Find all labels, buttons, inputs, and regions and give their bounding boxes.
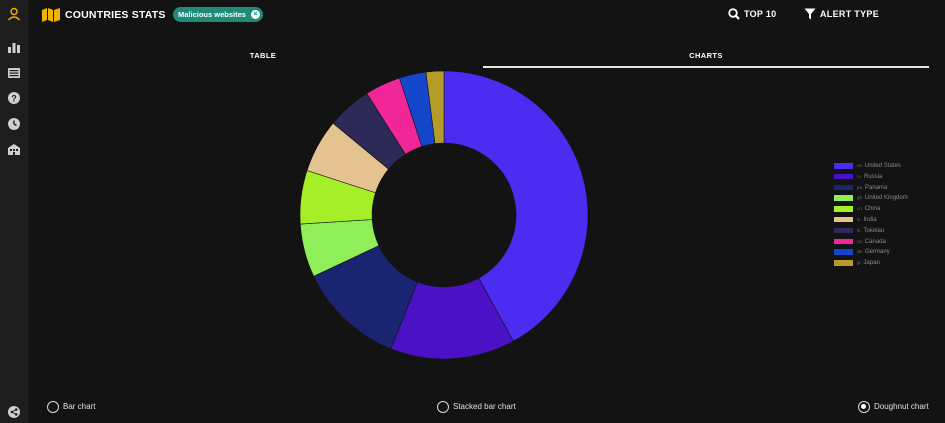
legend-country-code: in bbox=[857, 216, 861, 222]
legend-country-name: Japan bbox=[863, 260, 880, 267]
legend-swatch bbox=[834, 216, 853, 223]
sidebar: ? bbox=[0, 0, 28, 423]
legend-item-ru[interactable]: ru Russia bbox=[834, 172, 934, 183]
radio-button[interactable] bbox=[858, 401, 870, 413]
legend-swatch bbox=[834, 249, 853, 255]
legend-swatch bbox=[834, 206, 853, 212]
legend-item-pa[interactable]: pa Panama bbox=[834, 183, 934, 194]
legend-label: cn China bbox=[857, 204, 880, 214]
share-icon[interactable] bbox=[7, 405, 21, 419]
radio-label: Doughnut chart bbox=[874, 402, 929, 411]
legend-label: jp Japan bbox=[857, 258, 880, 268]
legend-country-name: United States bbox=[864, 163, 901, 169]
filter-icon bbox=[804, 8, 816, 20]
chart-legend: us United States ru Russia pa Panama gb United … bbox=[834, 161, 934, 269]
svg-text:?: ? bbox=[11, 94, 17, 104]
legend-item-in[interactable]: in India bbox=[834, 215, 934, 226]
legend-label: ca Canada bbox=[857, 237, 886, 247]
legend-swatch bbox=[834, 227, 853, 234]
help-icon[interactable]: ? bbox=[7, 91, 21, 105]
top-bar: COUNTRIES STATS Malicious websites × TOP… bbox=[28, 0, 945, 30]
legend-country-code: ru bbox=[857, 173, 862, 179]
legend-label: tk Tokelau bbox=[857, 226, 884, 236]
legend-country-name: China bbox=[864, 206, 881, 213]
legend-country-code: gb bbox=[857, 195, 863, 201]
legend-country-code: cn bbox=[857, 206, 862, 212]
radio-button[interactable] bbox=[437, 401, 449, 413]
doughnut-chart bbox=[299, 70, 589, 360]
legend-item-tk[interactable]: tk Tokelau bbox=[834, 226, 934, 237]
legend-swatch bbox=[834, 260, 853, 266]
close-icon[interactable]: × bbox=[250, 10, 260, 19]
radio-button[interactable] bbox=[47, 401, 59, 413]
legend-country-code: tk bbox=[857, 227, 861, 233]
radio-doughnut-chart[interactable]: Doughnut chart bbox=[858, 400, 938, 414]
legend-country-name: United Kingdom bbox=[865, 195, 908, 202]
legend-item-us[interactable]: us United States bbox=[834, 161, 934, 172]
legend-swatch bbox=[834, 238, 853, 245]
legend-item-de[interactable]: de Germany bbox=[834, 247, 934, 258]
legend-country-name: Germany bbox=[865, 249, 890, 256]
radio-stacked-bar-chart[interactable]: Stacked bar chart bbox=[437, 400, 547, 414]
legend-item-ca[interactable]: ca Canada bbox=[834, 237, 934, 248]
legend-label: in India bbox=[857, 215, 877, 225]
filter-chip[interactable]: Malicious websites × bbox=[173, 7, 263, 22]
radio-label: Stacked bar chart bbox=[453, 402, 516, 411]
top10-label: TOP 10 bbox=[744, 9, 777, 19]
legend-swatch bbox=[834, 173, 853, 180]
map-icon bbox=[42, 8, 60, 22]
legend-swatch bbox=[834, 195, 853, 201]
tab-table[interactable]: TABLE bbox=[40, 48, 486, 68]
alert-type-label: ALERT TYPE bbox=[820, 9, 880, 19]
legend-swatch bbox=[834, 163, 853, 169]
legend-country-name: Canada bbox=[864, 238, 886, 245]
legend-country-code: us bbox=[857, 163, 862, 168]
radio-label: Bar chart bbox=[63, 402, 96, 411]
legend-country-name: Panama bbox=[865, 184, 888, 191]
legend-label: pa Panama bbox=[857, 183, 887, 193]
alert-type-button[interactable]: ALERT TYPE bbox=[804, 7, 894, 21]
list-icon[interactable] bbox=[7, 66, 21, 80]
tab-charts[interactable]: CHARTS bbox=[483, 48, 929, 68]
bar-chart-icon[interactable] bbox=[7, 40, 21, 54]
legend-country-name: Tokelau bbox=[863, 227, 885, 234]
filter-chip-label: Malicious websites bbox=[178, 10, 246, 19]
legend-item-gb[interactable]: gb United Kingdom bbox=[834, 193, 934, 204]
top10-button[interactable]: TOP 10 bbox=[728, 7, 788, 21]
building-icon[interactable] bbox=[7, 142, 21, 156]
legend-item-cn[interactable]: cn China bbox=[834, 204, 934, 215]
legend-label: us United States bbox=[857, 161, 901, 171]
legend-country-name: Russia bbox=[864, 173, 883, 180]
legend-country-code: ca bbox=[857, 238, 862, 244]
legend-country-name: India bbox=[863, 216, 877, 223]
legend-country-code: jp bbox=[857, 260, 861, 266]
search-icon bbox=[728, 8, 740, 20]
legend-label: gb United Kingdom bbox=[857, 193, 908, 203]
clock-icon[interactable] bbox=[7, 117, 21, 131]
legend-item-jp[interactable]: jp Japan bbox=[834, 258, 934, 269]
page-title: COUNTRIES STATS bbox=[65, 9, 166, 21]
legend-country-code: pa bbox=[857, 184, 863, 190]
legend-label: ru Russia bbox=[857, 172, 882, 182]
radio-bar-chart[interactable]: Bar chart bbox=[47, 400, 137, 414]
legend-country-code: de bbox=[857, 249, 863, 255]
legend-swatch bbox=[834, 184, 853, 191]
legend-label: de Germany bbox=[857, 247, 890, 257]
user-icon[interactable] bbox=[7, 7, 21, 21]
